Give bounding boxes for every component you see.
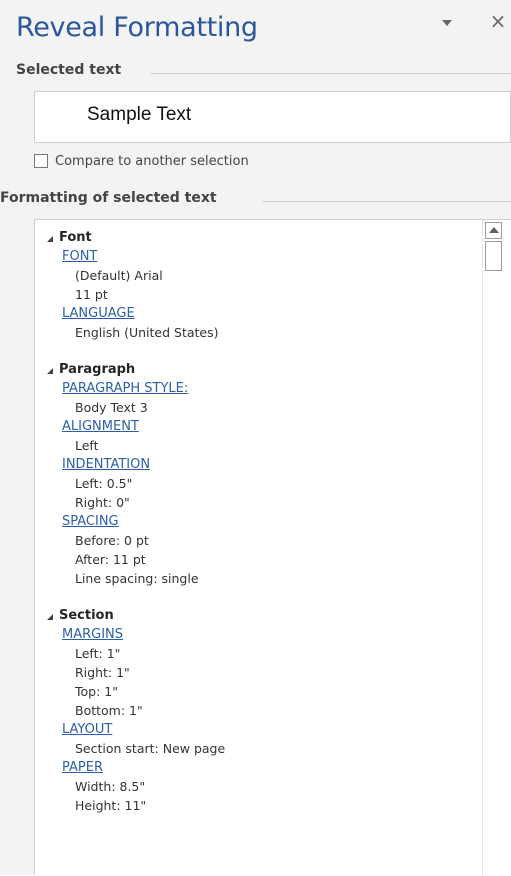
format-property-link[interactable]: PAPER (35, 758, 475, 777)
collapse-triangle-icon[interactable] (47, 367, 53, 374)
selected-text-preview[interactable]: Sample Text (34, 91, 511, 143)
formatting-group: Section MARGINS Left: 1" Right: 1" Top: 1" Bo… (35, 606, 475, 815)
formatting-tree: Font FONT (Default) Arial 11 pt LANGUAGE Engl… (35, 228, 475, 833)
format-property-value: English (United States) (75, 325, 219, 340)
compare-label: Compare to another selection (55, 153, 249, 169)
format-property-link[interactable]: FONT (35, 247, 475, 266)
group-name: Section (59, 608, 114, 623)
collapse-triangle-icon[interactable] (47, 613, 53, 620)
pane-title: Reveal Formatting (16, 12, 258, 43)
format-property-value: 11 pt (75, 287, 108, 302)
group-header[interactable]: Paragraph (35, 360, 475, 379)
format-property-value: After: 11 pt (75, 552, 146, 567)
chevron-down-icon[interactable] (438, 16, 458, 32)
format-property-value: Left (75, 438, 99, 453)
formatting-group: Font FONT (Default) Arial 11 pt LANGUAGE Engl… (35, 228, 475, 342)
group-name: Font (59, 230, 92, 245)
format-property-value: Height: 11" (75, 798, 147, 813)
formatting-heading: Formatting of selected text (0, 190, 217, 206)
vertical-scrollbar[interactable] (482, 220, 506, 876)
format-property-value: Before: 0 pt (75, 533, 149, 548)
format-property-value: Line spacing: single (75, 571, 199, 586)
reveal-formatting-pane: Reveal Formatting × Selected text Sample… (0, 0, 511, 876)
format-property-value: (Default) Arial (75, 268, 163, 283)
selected-text-heading: Selected text (16, 62, 122, 78)
format-property-value: Bottom: 1" (75, 703, 143, 718)
format-property-link[interactable]: INDENTATION (35, 455, 475, 474)
format-property-value: Left: 1" (75, 646, 121, 661)
format-property-link[interactable]: MARGINS (35, 625, 475, 644)
scroll-up-arrow-icon[interactable] (485, 222, 502, 239)
compare-checkbox-row[interactable]: Compare to another selection (34, 151, 249, 171)
format-property-value: Left: 0.5" (75, 476, 133, 491)
format-property-value: Body Text 3 (75, 400, 148, 415)
scroll-thumb[interactable] (485, 241, 502, 271)
format-property-value: Top: 1" (75, 684, 118, 699)
compare-checkbox[interactable] (34, 154, 48, 168)
format-property-link[interactable]: SPACING (35, 512, 475, 531)
heading-divider (150, 73, 511, 74)
collapse-triangle-icon[interactable] (47, 235, 53, 242)
group-header[interactable]: Section (35, 606, 475, 625)
close-icon[interactable]: × (487, 10, 509, 32)
format-property-link[interactable]: ALIGNMENT (35, 417, 475, 436)
format-property-value: Width: 8.5" (75, 779, 146, 794)
format-property-value: Right: 1" (75, 665, 130, 680)
format-property-link[interactable]: LAYOUT (35, 720, 475, 739)
group-name: Paragraph (59, 362, 136, 377)
formatting-group: Paragraph PARAGRAPH STYLE: Body Text 3 ALIG… (35, 360, 475, 588)
formatting-details-list[interactable]: Font FONT (Default) Arial 11 pt LANGUAGE Engl… (34, 219, 511, 876)
format-property-link[interactable]: PARAGRAPH STYLE: (35, 379, 475, 398)
format-property-link[interactable]: LANGUAGE (35, 304, 475, 323)
format-property-value: Right: 0" (75, 495, 130, 510)
sample-text: Sample Text (87, 104, 192, 125)
format-property-value: Section start: New page (75, 741, 226, 756)
group-header[interactable]: Font (35, 228, 475, 247)
heading-divider (262, 201, 511, 202)
